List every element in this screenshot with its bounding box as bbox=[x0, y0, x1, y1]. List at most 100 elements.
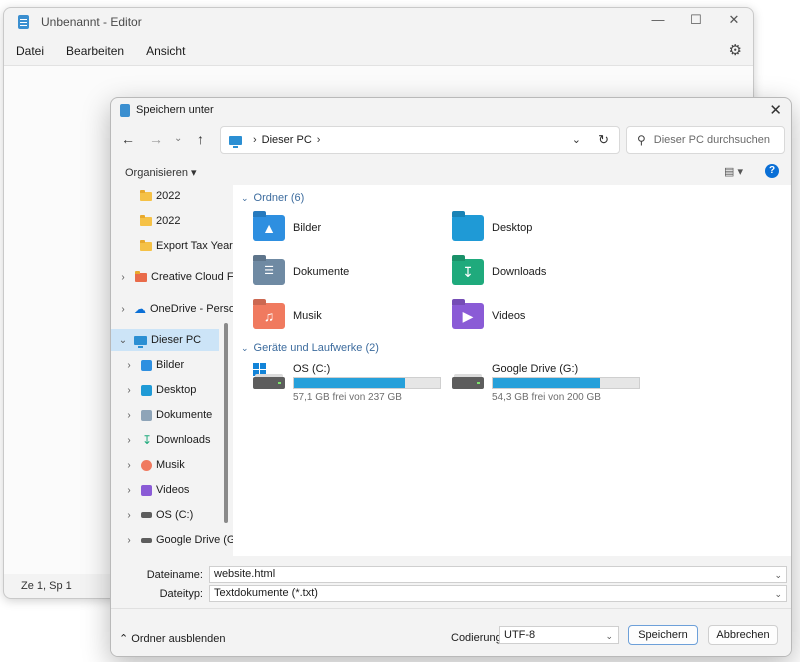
refresh-icon[interactable]: ↻ bbox=[598, 132, 609, 148]
creative-cloud-icon bbox=[135, 270, 147, 282]
folder-name: Dokumente bbox=[293, 266, 350, 278]
tree-item-videos[interactable]: › Videos bbox=[111, 479, 233, 501]
expand-chevron-icon[interactable]: › bbox=[123, 385, 135, 396]
search-input[interactable]: ⚲ Dieser PC durchsuchen bbox=[626, 126, 785, 154]
expand-chevron-icon[interactable]: › bbox=[123, 535, 135, 546]
computer-icon bbox=[134, 335, 147, 348]
folder-videos[interactable]: ▶ Videos bbox=[452, 303, 525, 329]
tree-item-bilder[interactable]: › Bilder bbox=[111, 354, 233, 376]
desktop-folder-icon bbox=[452, 215, 484, 241]
folder-downloads[interactable]: ↧ Downloads bbox=[452, 259, 546, 285]
folder-bilder[interactable]: ▲ Bilder bbox=[253, 215, 321, 241]
filetype-select[interactable]: Textdokumente (*.txt) ⌄ bbox=[209, 585, 787, 602]
dialog-close-icon[interactable]: ✕ bbox=[769, 101, 782, 119]
breadcrumb-location[interactable]: Dieser PC bbox=[262, 134, 312, 146]
tree-item-label: Dokumente bbox=[156, 409, 213, 421]
breadcrumb-separator-icon[interactable]: › bbox=[317, 134, 321, 146]
videos-folder-icon: ▶ bbox=[452, 303, 484, 329]
tree-item-dokumente[interactable]: › Dokumente bbox=[111, 404, 233, 426]
tree-item-label: Google Drive (G bbox=[156, 534, 233, 546]
drives-group-label: Geräte und Laufwerke (2) bbox=[253, 342, 379, 354]
menu-edit[interactable]: Bearbeiten bbox=[66, 44, 124, 58]
search-placeholder: Dieser PC durchsuchen bbox=[653, 134, 770, 146]
dialog-titlebar: Speichern unter bbox=[111, 98, 791, 122]
address-bar[interactable]: › Dieser PC › ⌄ ↻ bbox=[220, 126, 620, 154]
tree-item-label: Dieser PC bbox=[151, 334, 202, 346]
folders-group-header[interactable]: ⌄ Ordner (6) bbox=[241, 192, 304, 204]
downloads-folder-icon: ↧ bbox=[452, 259, 484, 285]
tree-item-creative-cloud[interactable]: › Creative Cloud Fi bbox=[111, 266, 233, 288]
maximize-icon[interactable]: ☐ bbox=[677, 12, 715, 28]
filetype-label: Dateityp: bbox=[159, 588, 203, 600]
folder-desktop[interactable]: Desktop bbox=[452, 215, 532, 241]
editor-menubar: Datei Bearbeiten Ansicht bbox=[4, 36, 753, 66]
drives-group-header[interactable]: ⌄ Geräte und Laufwerke (2) bbox=[241, 342, 379, 354]
hard-drive-icon bbox=[253, 363, 285, 391]
tree-item-2022-a[interactable]: 2022 bbox=[111, 185, 233, 207]
back-arrow-icon[interactable]: ← bbox=[121, 131, 135, 147]
tree-item-this-pc[interactable]: ⌄ Dieser PC bbox=[111, 329, 219, 351]
up-arrow-icon[interactable]: ↑ bbox=[197, 131, 204, 147]
filename-label: Dateiname: bbox=[146, 569, 203, 581]
menu-file[interactable]: Datei bbox=[16, 44, 44, 58]
tree-item-downloads[interactable]: › ↧ Downloads bbox=[111, 429, 233, 451]
expand-chevron-icon[interactable]: › bbox=[123, 435, 135, 446]
organize-button[interactable]: Organisieren ▾ bbox=[125, 166, 197, 179]
drive-name: Google Drive (G:) bbox=[492, 363, 579, 375]
folder-name: Bilder bbox=[293, 222, 322, 234]
folder-dokumente[interactable]: ☰ Dokumente bbox=[253, 259, 349, 285]
chevron-down-icon[interactable]: ⌄ bbox=[774, 587, 782, 602]
organize-label: Organisieren bbox=[125, 167, 188, 179]
hide-folders-button[interactable]: ⌃ Ordner ausblenden bbox=[119, 632, 225, 645]
menu-view[interactable]: Ansicht bbox=[146, 44, 185, 58]
expand-chevron-icon[interactable]: › bbox=[123, 460, 135, 471]
videos-icon bbox=[141, 484, 152, 496]
expand-chevron-icon[interactable]: › bbox=[123, 510, 135, 521]
tree-item-label: OneDrive - Perso bbox=[150, 303, 233, 315]
address-dropdown-icon[interactable]: ⌄ bbox=[572, 133, 581, 146]
tree-item-2022-b[interactable]: 2022 bbox=[111, 210, 233, 232]
tree-item-os-c[interactable]: › OS (C:) bbox=[111, 504, 233, 526]
tree-item-label: OS (C:) bbox=[156, 509, 194, 521]
drive-os-c[interactable]: OS (C:) 57,1 GB frei von 237 GB bbox=[253, 363, 441, 403]
cancel-button[interactable]: Abbrechen bbox=[708, 625, 778, 645]
tree-item-export-tax-year[interactable]: Export Tax Year bbox=[111, 235, 233, 257]
footer-divider bbox=[111, 608, 791, 609]
tree-item-musik[interactable]: › Musik bbox=[111, 454, 233, 476]
tree-item-label: Desktop bbox=[156, 384, 197, 396]
minimize-icon[interactable]: — bbox=[639, 12, 677, 28]
expand-chevron-icon[interactable]: › bbox=[123, 410, 135, 421]
chevron-down-icon[interactable]: ⌄ bbox=[774, 568, 782, 583]
tree-scrollbar[interactable] bbox=[224, 323, 228, 523]
download-icon: ↧ bbox=[142, 433, 153, 447]
tree-item-google-drive[interactable]: › Google Drive (G bbox=[111, 529, 233, 551]
view-options-icon[interactable]: ▤ ▾ bbox=[724, 165, 743, 178]
tree-item-desktop[interactable]: › Desktop bbox=[111, 379, 233, 401]
chevron-up-icon: ⌃ bbox=[119, 633, 129, 645]
save-as-dialog: Speichern unter ✕ ← → ⌄ ↑ › Dieser PC › … bbox=[110, 97, 792, 657]
expand-chevron-icon[interactable]: › bbox=[117, 304, 129, 315]
drive-google-drive[interactable]: Google Drive (G:) 54,3 GB frei von 200 G… bbox=[452, 363, 640, 403]
editor-status-position: Ze 1, Sp 1 bbox=[21, 580, 72, 592]
settings-gear-icon[interactable]: ⚙ bbox=[729, 41, 742, 59]
computer-icon bbox=[229, 135, 242, 148]
tree-item-onedrive[interactable]: › ☁ OneDrive - Perso bbox=[111, 298, 233, 320]
encoding-select[interactable]: UTF-8 ⌄ bbox=[499, 626, 619, 644]
pictures-icon bbox=[141, 359, 152, 371]
navigation-bar: ← → ⌄ ↑ › Dieser PC › ⌄ ↻ ⚲ Dieser PC du… bbox=[111, 125, 791, 155]
folder-musik[interactable]: ♫ Musik bbox=[253, 303, 322, 329]
expand-chevron-icon[interactable]: › bbox=[123, 485, 135, 496]
collapse-chevron-icon[interactable]: ⌄ bbox=[117, 335, 129, 346]
tree-item-label: 2022 bbox=[156, 190, 181, 202]
close-icon[interactable]: ✕ bbox=[715, 12, 753, 28]
recent-chevron-icon[interactable]: ⌄ bbox=[174, 133, 182, 144]
chevron-down-icon: ⌄ bbox=[605, 631, 613, 641]
forward-arrow-icon[interactable]: → bbox=[149, 131, 163, 147]
help-icon[interactable]: ? bbox=[765, 164, 779, 178]
tree-item-label: Videos bbox=[156, 484, 190, 496]
save-button[interactable]: Speichern bbox=[628, 625, 698, 645]
expand-chevron-icon[interactable]: › bbox=[117, 272, 129, 283]
filename-input[interactable]: website.html ⌄ bbox=[209, 566, 787, 583]
expand-chevron-icon[interactable]: › bbox=[123, 360, 135, 371]
music-icon bbox=[141, 459, 152, 471]
